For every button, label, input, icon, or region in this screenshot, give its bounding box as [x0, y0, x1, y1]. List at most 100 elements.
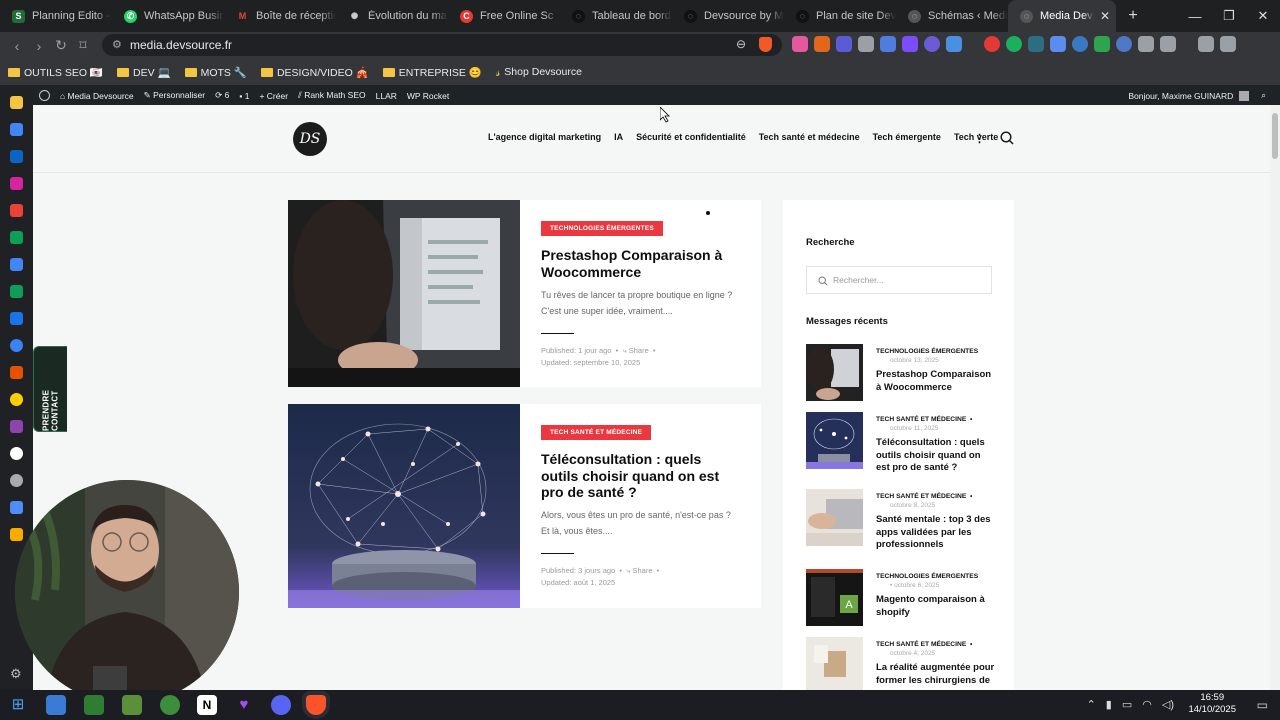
recent-post-title[interactable]: Santé mentale : top 3 des apps validées …: [876, 514, 996, 552]
search-icon[interactable]: [1000, 131, 1014, 145]
tab-plan-site[interactable]: ◌ Plan de site Devso: [784, 0, 896, 32]
tab-gmail[interactable]: M Boîte de réception: [224, 0, 336, 32]
taskview-icon[interactable]: [46, 695, 66, 715]
discord-icon[interactable]: [271, 695, 291, 715]
recent-post-thumbnail[interactable]: [806, 412, 863, 469]
menu-item-sante[interactable]: Tech santé et médecine: [759, 132, 860, 142]
contact-tab[interactable]: PRENDRE CONTACT: [33, 346, 67, 432]
brave-icon[interactable]: [306, 695, 326, 715]
chat-icon[interactable]: [1116, 36, 1132, 52]
recent-post-item[interactable]: A TECHNOLOGIES ÉMERGENTES • octobre 6, 2…: [806, 569, 1006, 629]
wp-updates-link[interactable]: ⟳ 6: [215, 90, 229, 101]
extension-icon[interactable]: [946, 36, 962, 52]
analytics-icon[interactable]: [10, 528, 23, 541]
bookmark-design-video[interactable]: DESIGN/VIDEO 🎪: [260, 66, 369, 79]
puzzle-icon[interactable]: [1138, 36, 1154, 52]
windows-start-icon[interactable]: ⊞: [8, 695, 28, 715]
chatgpt-icon[interactable]: [10, 474, 23, 487]
post-title[interactable]: Téléconsultation : quels outils choisir …: [541, 451, 736, 501]
extension-icon[interactable]: [1094, 36, 1110, 52]
recent-post-title[interactable]: Téléconsultation : quels outils choisir …: [876, 437, 996, 475]
recent-post-item[interactable]: TECH SANTÉ ET MÉDECINE • octobre 11, 202…: [806, 412, 1006, 475]
recent-post-category[interactable]: TECH SANTÉ ET MÉDECINE •: [876, 641, 972, 648]
recent-post-item[interactable]: TECH SANTÉ ET MÉDECINE • octobre 8, 2025…: [806, 489, 1006, 552]
close-tab-icon[interactable]: ✕: [1100, 9, 1110, 23]
new-tab-button[interactable]: +: [1116, 0, 1150, 32]
eyedropper-icon[interactable]: [858, 36, 874, 52]
restore-icon[interactable]: ❐: [1212, 0, 1246, 32]
menu-item-securite[interactable]: Sécurité et confidentialité: [636, 132, 746, 142]
wp-site-link[interactable]: ⌂ Media Devsource: [60, 91, 134, 101]
recent-post-thumbnail[interactable]: [806, 344, 863, 401]
extension-icon[interactable]: [1006, 36, 1022, 52]
tab-planning-edito[interactable]: S Planning Edito - Di: [0, 0, 112, 32]
recent-post-thumbnail[interactable]: A: [806, 569, 863, 626]
chevron-up-icon[interactable]: ⌃: [1087, 698, 1096, 711]
recent-post-category[interactable]: TECH SANTÉ ET MÉDECINE •: [876, 416, 972, 423]
instagram-icon[interactable]: [10, 177, 23, 190]
analytics-icon[interactable]: [10, 123, 23, 136]
google-icon[interactable]: [10, 447, 23, 460]
forward-icon[interactable]: ›: [28, 38, 50, 54]
heart-icon[interactable]: [10, 420, 23, 433]
gemini-icon[interactable]: [10, 501, 23, 514]
bookmark-shop-devsource[interactable]: 𝓈 Shop Devsource: [496, 65, 582, 80]
tab-schemas[interactable]: ◌ Schémas ‹ Media D: [896, 0, 1008, 32]
share-link[interactable]: ⤷ Share: [626, 566, 652, 575]
docs-icon[interactable]: [10, 258, 23, 271]
site-logo[interactable]: DS: [293, 122, 327, 156]
minimize-icon[interactable]: —: [1178, 0, 1212, 32]
app-icon[interactable]: [10, 366, 23, 379]
share-link[interactable]: ⤷ Share: [622, 346, 648, 355]
translate-icon[interactable]: [880, 36, 896, 52]
extension-icon[interactable]: [814, 36, 830, 52]
tab-evolution-marche[interactable]: ✺ Évolution du marché: [336, 0, 448, 32]
app-tray-icon[interactable]: ▭: [1122, 698, 1132, 711]
download-icon[interactable]: [1198, 36, 1214, 52]
recent-post-title[interactable]: La réalité augmentée pour former les chi…: [876, 662, 996, 687]
wordpress-icon[interactable]: [1072, 36, 1088, 52]
tab-tableau-bord[interactable]: ◌ Tableau de bord <: [560, 0, 672, 32]
bookmark-outils-seo[interactable]: OUTILS SEO 🇾🇹: [8, 66, 103, 79]
zoom-icon[interactable]: ⊖: [736, 37, 746, 51]
bookmark-icon[interactable]: ⌑: [72, 37, 94, 54]
bookmark-dev[interactable]: DEV 💻: [117, 66, 171, 79]
post-thumbnail[interactable]: [288, 200, 520, 387]
taskbar-clock[interactable]: 16:59 14/10/2025: [1188, 692, 1236, 716]
post-title[interactable]: Prestashop Comparaison à Woocommerce: [541, 247, 736, 280]
gmail-icon[interactable]: [10, 204, 23, 217]
menu-item-agence[interactable]: L'agence digital marketing: [488, 132, 601, 142]
wordpress-icon[interactable]: [39, 90, 50, 101]
brave-shield-icon[interactable]: [759, 37, 772, 52]
extension-icon[interactable]: [1028, 36, 1044, 52]
extension-icon[interactable]: [924, 36, 940, 52]
linkedin-icon[interactable]: [10, 150, 23, 163]
app-icon[interactable]: [84, 695, 104, 715]
calendar-icon[interactable]: [10, 312, 23, 325]
wp-greeting[interactable]: Bonjour, Maxime GUINARD: [1128, 91, 1233, 101]
wp-rocket-link[interactable]: WP Rocket: [407, 91, 449, 101]
wp-comments-link[interactable]: ▪ 1: [239, 91, 249, 101]
recent-post-category[interactable]: TECHNOLOGIES ÉMERGENTES: [876, 348, 978, 355]
close-window-icon[interactable]: ✕: [1246, 0, 1280, 32]
avatar[interactable]: [1239, 90, 1250, 101]
drive-icon[interactable]: [10, 231, 23, 244]
search-input[interactable]: Rechercher...: [806, 266, 992, 294]
recent-post-title[interactable]: Magento comparaison à shopify: [876, 594, 996, 619]
recent-post-thumbnail[interactable]: [806, 489, 863, 546]
pokeball-icon[interactable]: [984, 36, 1000, 52]
menu-item-ia[interactable]: IA: [614, 132, 623, 142]
scrollbar-thumb[interactable]: [1272, 113, 1278, 159]
recent-post-item[interactable]: TECH SANTÉ ET MÉDECINE • octobre 4, 2025…: [806, 637, 1006, 690]
wifi-icon[interactable]: ◠: [1142, 698, 1152, 711]
recent-post-category[interactable]: TECH SANTÉ ET MÉDECINE •: [876, 493, 972, 500]
app-icon[interactable]: [10, 393, 23, 406]
site-info-icon[interactable]: ⚙: [112, 38, 122, 51]
category-badge[interactable]: Technologies émergentes: [541, 221, 663, 236]
wp-customize-link[interactable]: ✎ Personnaliser: [144, 90, 205, 101]
menu-item-emergente[interactable]: Tech émergente: [873, 132, 941, 142]
sheets-icon[interactable]: [10, 285, 23, 298]
page-scrollbar[interactable]: [1270, 105, 1280, 690]
settings-icon[interactable]: ⚙: [10, 667, 23, 680]
notion-icon[interactable]: N: [197, 695, 217, 715]
